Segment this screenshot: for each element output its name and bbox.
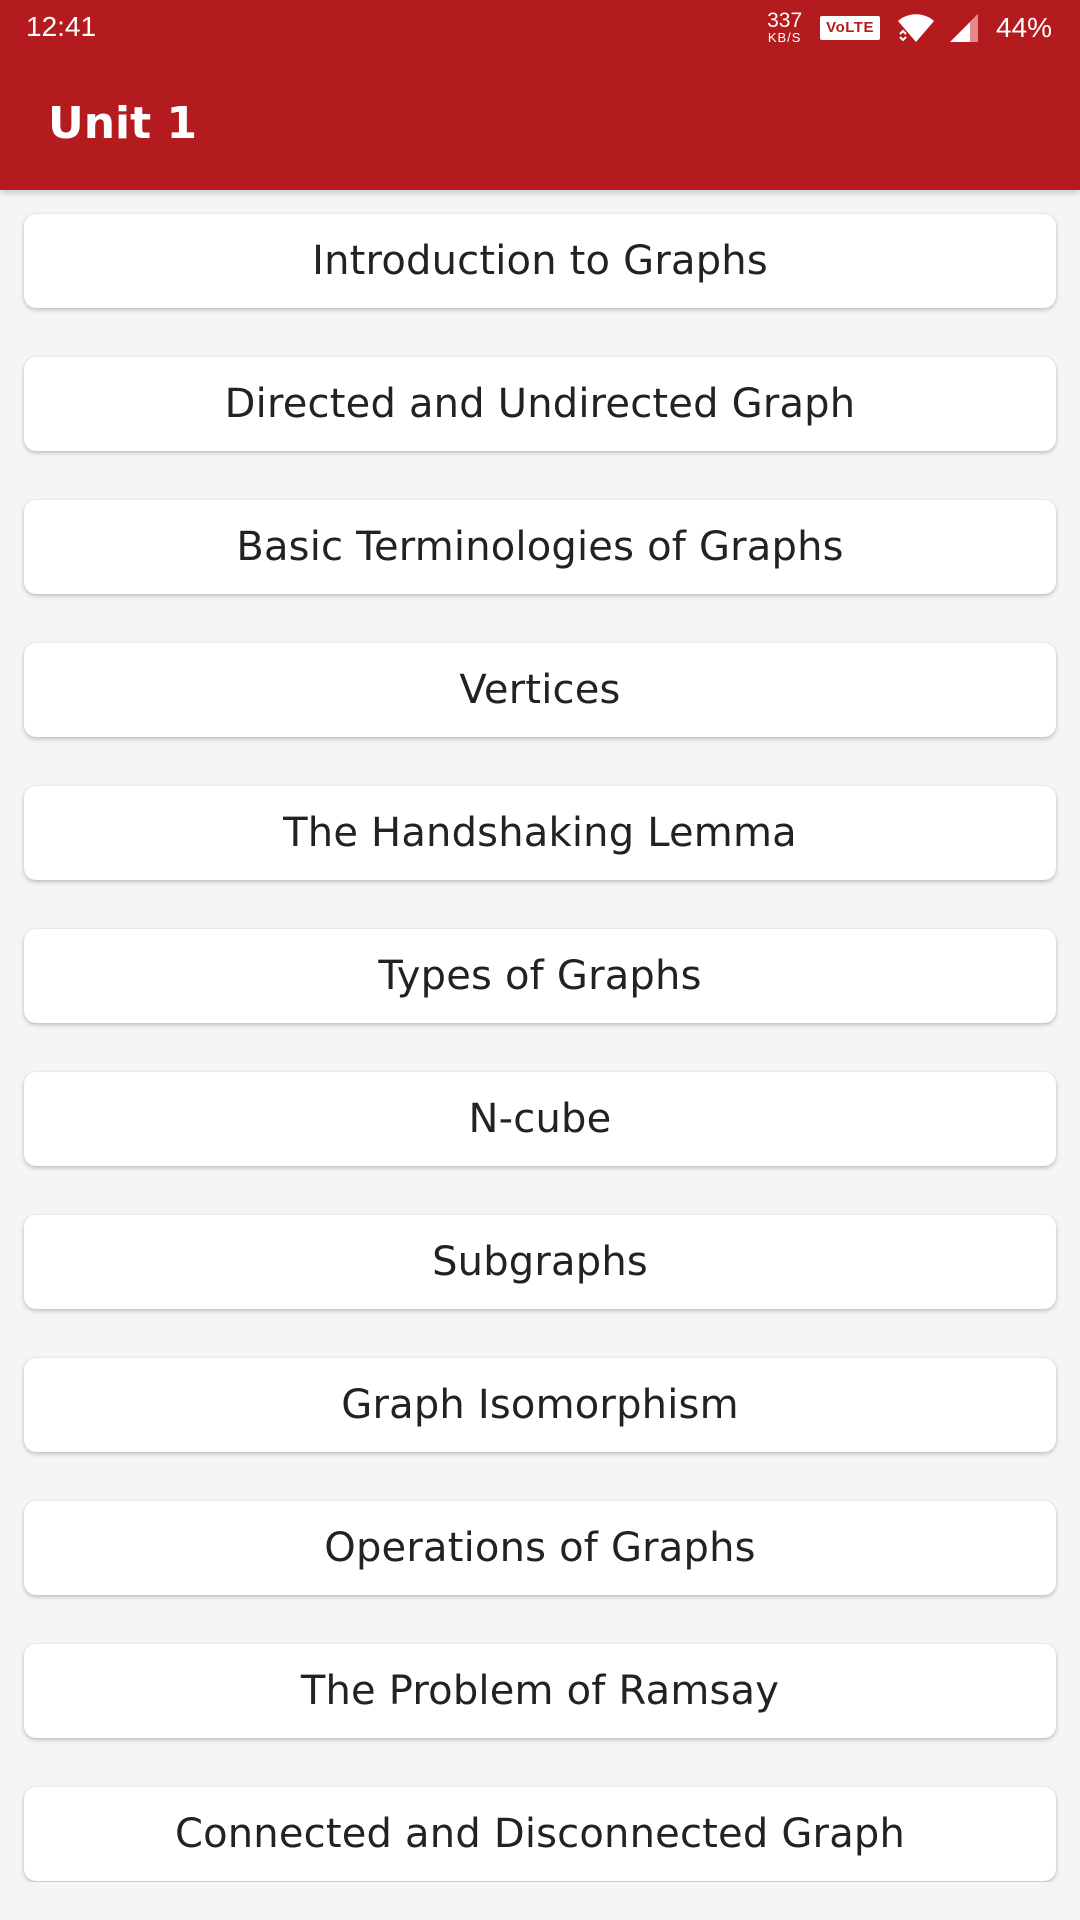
- topic-button-graph-isomorphism[interactable]: Graph Isomorphism: [24, 1358, 1056, 1452]
- topic-label: Basic Terminologies of Graphs: [236, 524, 844, 570]
- network-speed-value: 337: [767, 9, 803, 32]
- topic-label: Connected and Disconnected Graph: [174, 1811, 906, 1857]
- network-speed: 337 KB/S: [767, 9, 803, 45]
- topic-button-connected-and-disconnected-graph[interactable]: Connected and Disconnected Graph: [24, 1787, 1056, 1881]
- topic-label: Types of Graphs: [378, 953, 702, 999]
- topic-button-n-cube[interactable]: N-cube: [24, 1072, 1056, 1166]
- signal-icon: [948, 12, 980, 44]
- app-bar: Unit 1: [0, 54, 1080, 190]
- topic-label: Graph Isomorphism: [341, 1382, 739, 1428]
- volte-badge: VoLTE: [820, 16, 880, 40]
- topic-button-types-of-graphs[interactable]: Types of Graphs: [24, 929, 1056, 1023]
- network-speed-unit: KB/S: [767, 30, 802, 45]
- topic-button-operations-of-graphs[interactable]: Operations of Graphs: [24, 1501, 1056, 1595]
- topic-label: Vertices: [459, 667, 621, 713]
- topic-button-directed-and-undirected-graph[interactable]: Directed and Undirected Graph: [24, 357, 1056, 451]
- topic-button-basic-terminologies[interactable]: Basic Terminologies of Graphs: [24, 500, 1056, 594]
- page-title: Unit 1: [48, 98, 198, 149]
- topic-label: Introduction to Graphs: [312, 238, 768, 284]
- wifi-icon: [896, 12, 936, 44]
- topic-label: The Problem of Ramsay: [300, 1668, 780, 1714]
- topic-label: Subgraphs: [432, 1239, 648, 1285]
- topic-label: The Handshaking Lemma: [283, 810, 797, 856]
- topic-label: Operations of Graphs: [324, 1525, 756, 1571]
- topic-list[interactable]: Introduction to Graphs Directed and Undi…: [0, 190, 1080, 1882]
- status-bar: 12:41 337 KB/S VoLTE 44%: [0, 0, 1080, 54]
- battery-level: 44%: [995, 12, 1052, 43]
- topic-button-introduction-to-graphs[interactable]: Introduction to Graphs: [24, 214, 1056, 308]
- topic-button-vertices[interactable]: Vertices: [24, 643, 1056, 737]
- status-time: 12:41: [26, 11, 97, 42]
- status-indicators: 337 KB/S VoLTE 44%: [767, 8, 1052, 48]
- topic-label: N-cube: [468, 1096, 612, 1142]
- topic-button-handshaking-lemma[interactable]: The Handshaking Lemma: [24, 786, 1056, 880]
- topic-button-problem-of-ramsay[interactable]: The Problem of Ramsay: [24, 1644, 1056, 1738]
- topic-label: Directed and Undirected Graph: [224, 381, 856, 427]
- topic-button-subgraphs[interactable]: Subgraphs: [24, 1215, 1056, 1309]
